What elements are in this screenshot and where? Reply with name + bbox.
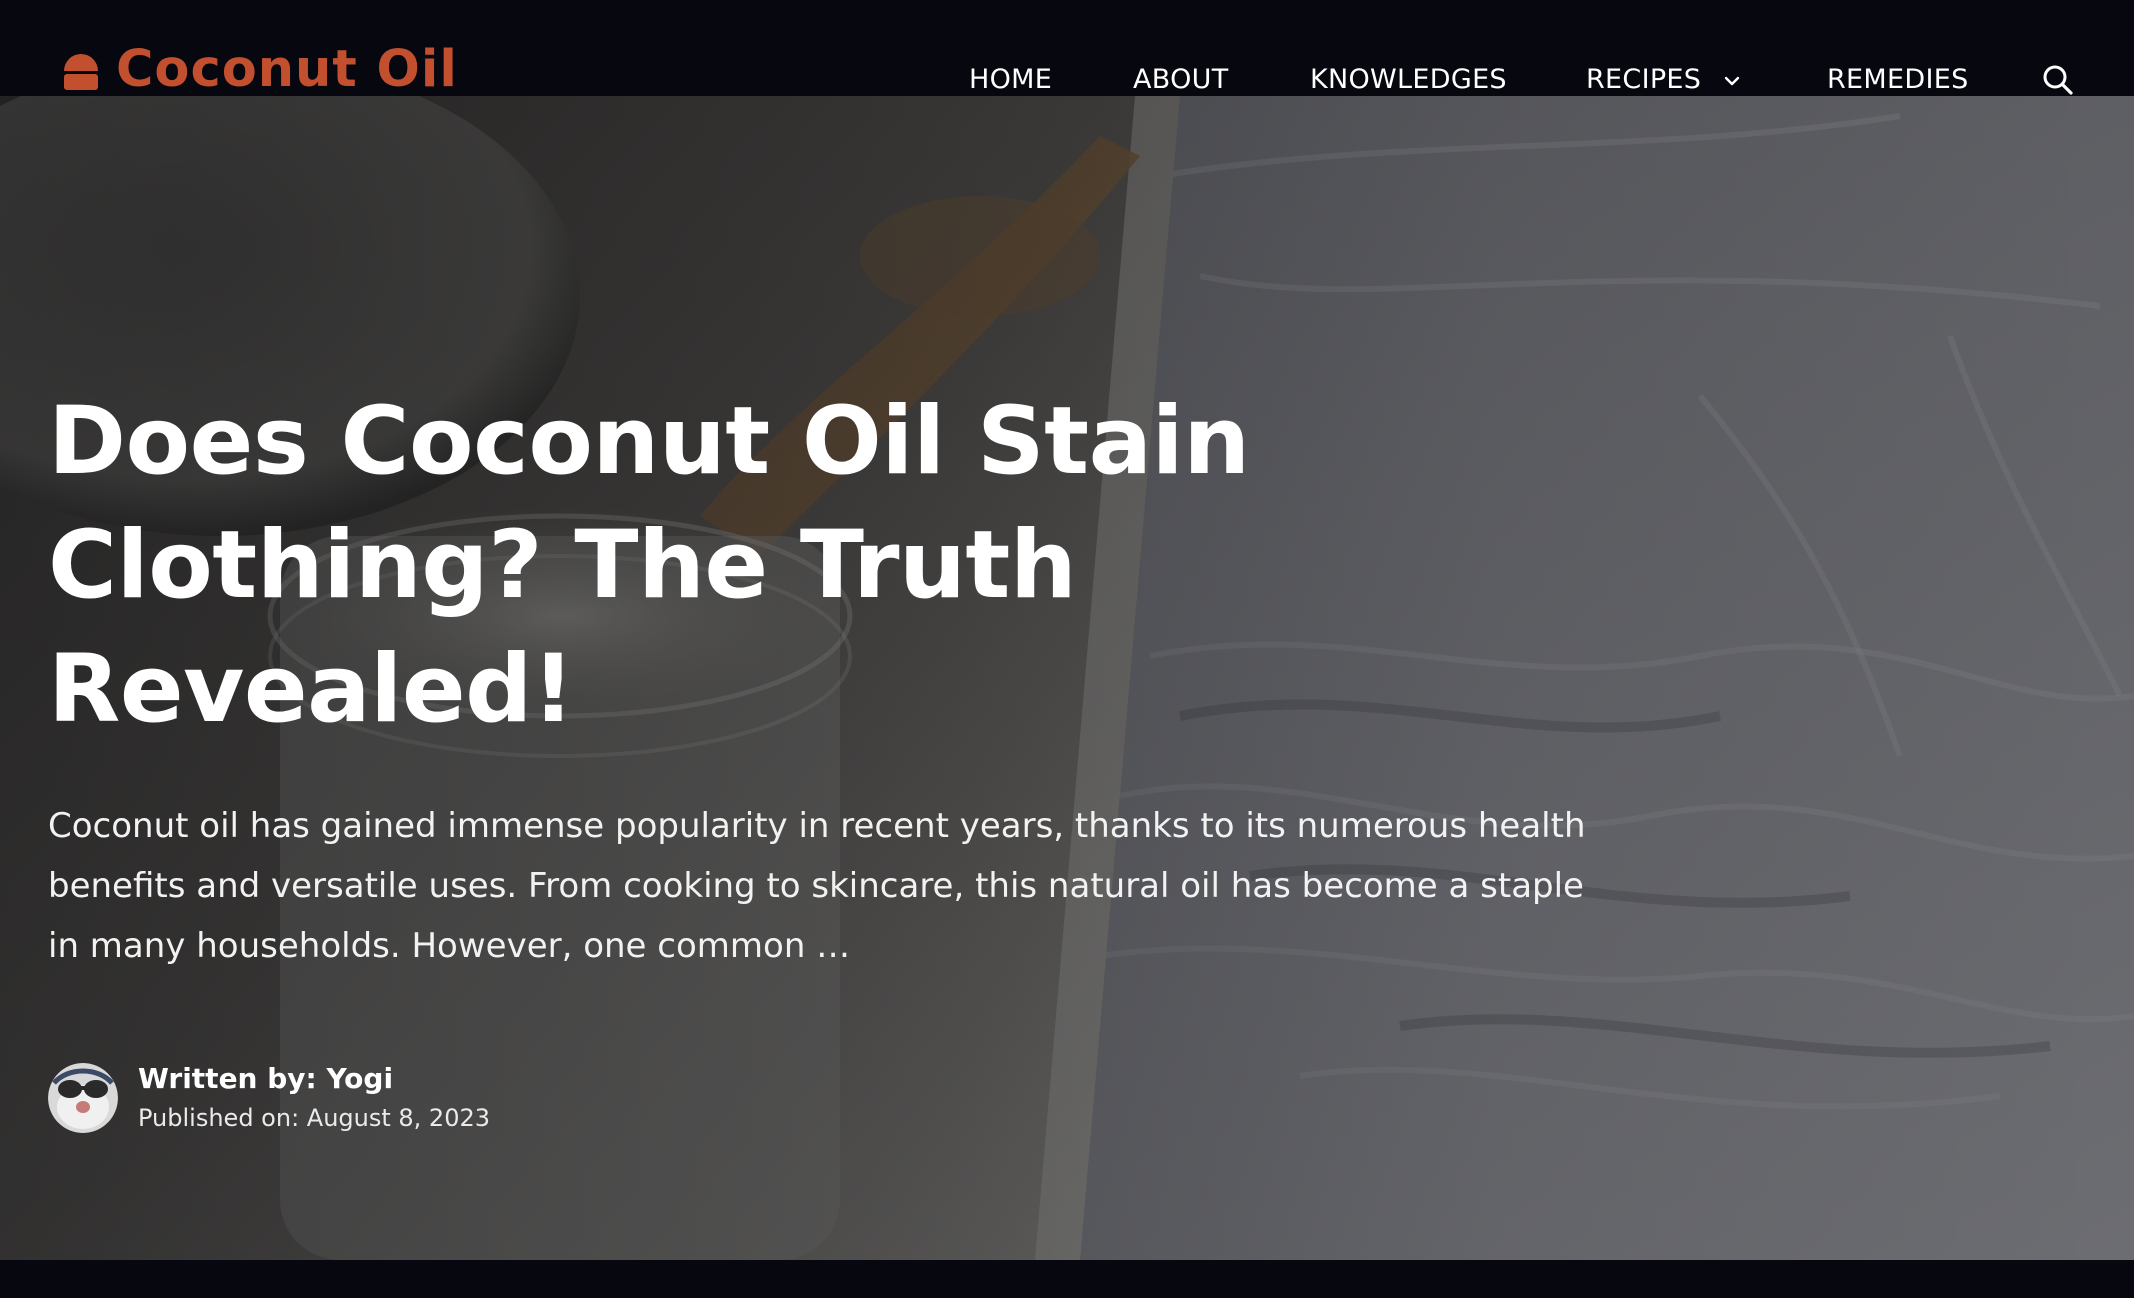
- nav-recipes[interactable]: RECIPES: [1586, 58, 1701, 102]
- hero-content: Does Coconut Oil Stain Clothing? The Tru…: [48, 380, 1608, 976]
- site-header: Coconut Oil HOME ABOUT KNOWLEDGES RECIPE…: [0, 0, 2134, 96]
- author-meta: Written by: Yogi Published on: August 8,…: [138, 1060, 490, 1136]
- main-nav: HOME ABOUT KNOWLEDGES RECIPES REMEDIES: [0, 58, 2134, 102]
- author-name[interactable]: Written by: Yogi: [138, 1060, 490, 1098]
- page-bottom-band: [0, 1260, 2134, 1298]
- search-icon[interactable]: [2040, 62, 2076, 98]
- article-excerpt: Coconut oil has gained immense popularit…: [48, 806, 1586, 966]
- chevron-down-icon[interactable]: [1721, 70, 1743, 92]
- author-avatar[interactable]: [48, 1063, 118, 1133]
- nav-remedies[interactable]: REMEDIES: [1827, 58, 1969, 102]
- nav-knowledges[interactable]: KNOWLEDGES: [1310, 58, 1507, 102]
- nav-home[interactable]: HOME: [969, 58, 1052, 102]
- author-byline: Written by: Yogi Published on: August 8,…: [48, 1060, 490, 1136]
- article-title: Does Coconut Oil Stain Clothing? The Tru…: [48, 387, 1250, 744]
- nav-about[interactable]: ABOUT: [1133, 58, 1229, 102]
- publish-date: Published on: August 8, 2023: [138, 1104, 491, 1132]
